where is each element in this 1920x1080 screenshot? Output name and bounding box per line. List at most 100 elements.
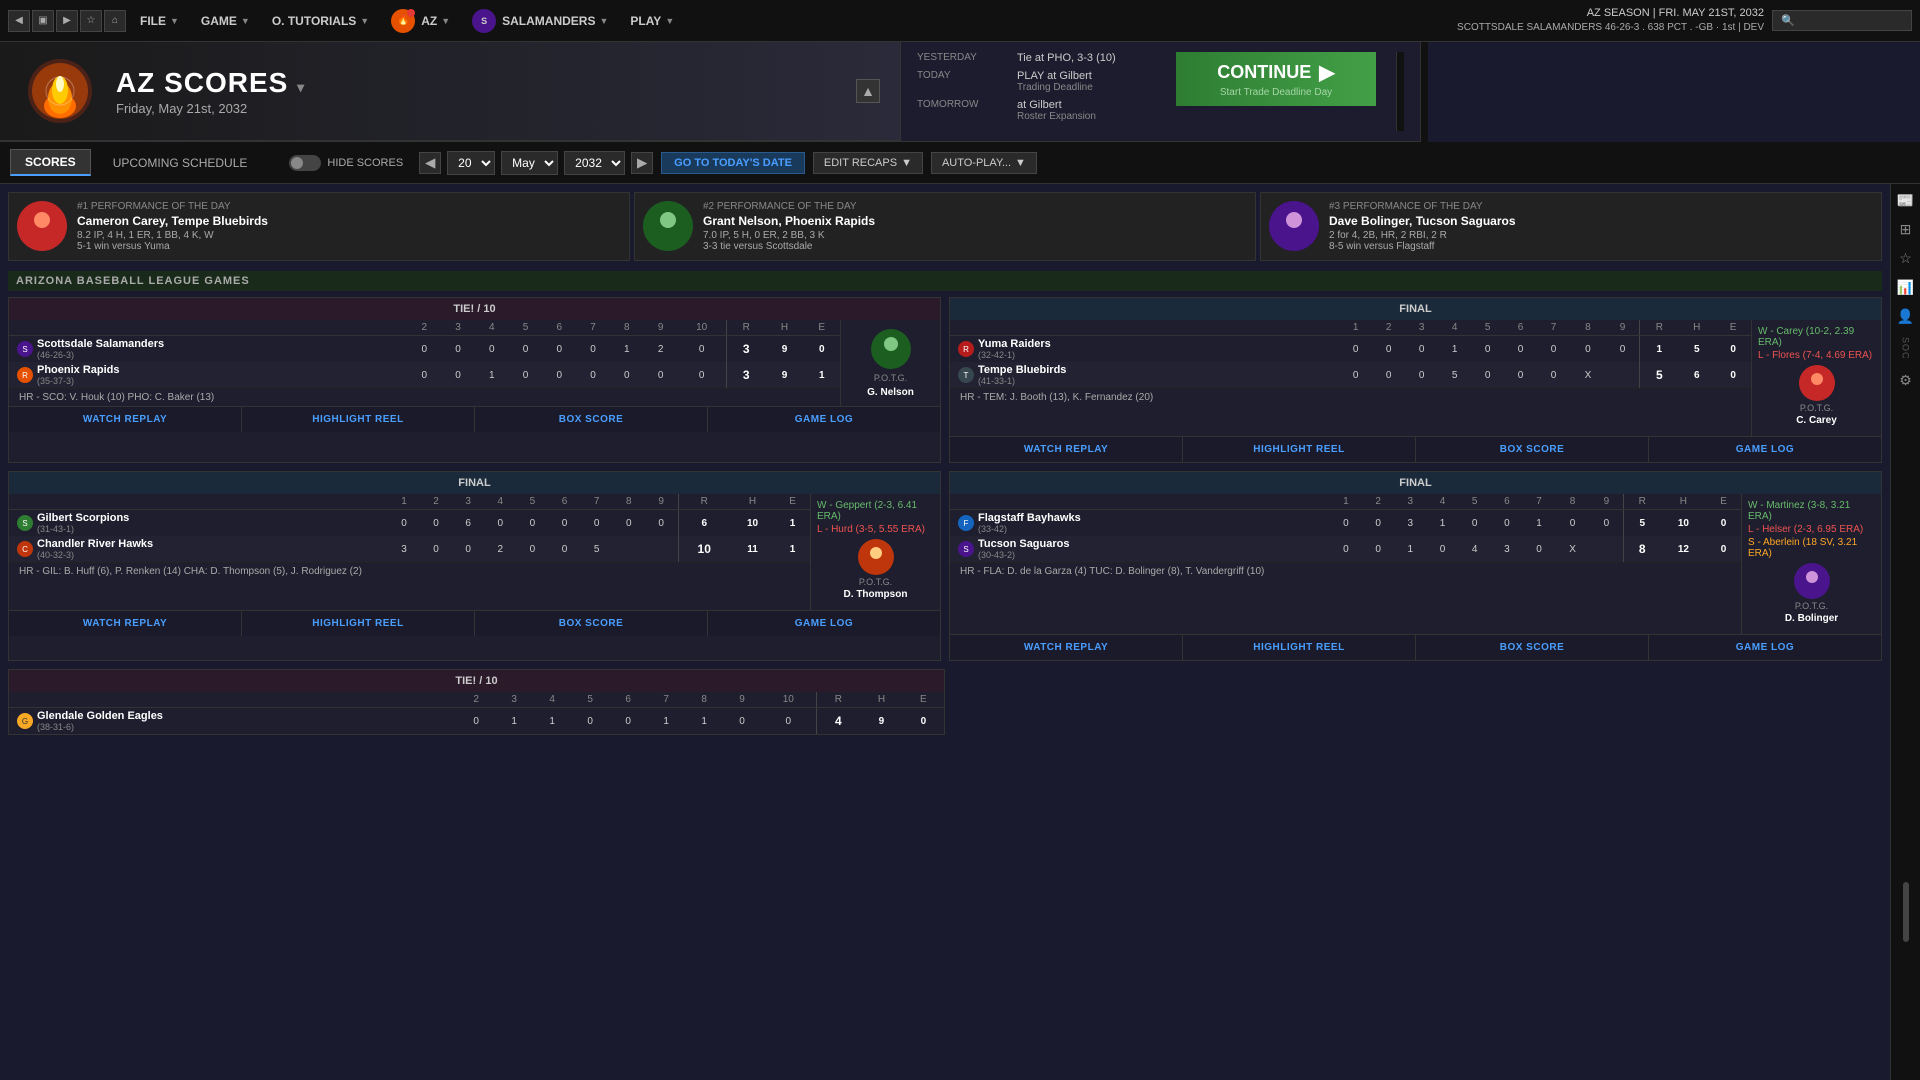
game-status-2: FINAL <box>950 298 1881 320</box>
chevron-icon: ▼ <box>665 16 674 26</box>
sidebar-icon-grid[interactable]: ⊞ <box>1900 221 1912 238</box>
nav-play[interactable]: PLAY ▼ <box>620 10 684 32</box>
tomorrow-entry: TOMORROW at Gilbert Roster Expansion <box>917 99 1156 122</box>
game-actions-3: WATCH REPLAY HIGHLIGHT REEL BOX SCORE GA… <box>9 610 940 636</box>
table-row: S Tucson Saguaros (30-43-2) 0 <box>950 536 1741 562</box>
header-collapse: ▲ <box>856 79 880 103</box>
highlight-reel-button-3[interactable]: HIGHLIGHT REEL <box>242 611 475 636</box>
score-table-2: 123 456 789 R HE <box>950 320 1751 388</box>
potg-avatar-2 <box>1799 365 1835 401</box>
perf-avatar-1 <box>17 201 67 251</box>
upcoming-schedule-tab[interactable]: UPCOMING SCHEDULE <box>99 151 262 175</box>
season-info: AZ SEASON | FRI. MAY 21ST, 2032 SCOTTSDA… <box>1457 6 1764 35</box>
team-icon: S <box>958 541 974 557</box>
month-select[interactable]: May <box>501 151 558 175</box>
notification-badge <box>407 9 415 17</box>
game-inner-3: 123 456 789 R HE <box>9 494 940 610</box>
perf-info-1: #1 PERFORMANCE OF THE DAY Cameron Carey,… <box>77 201 621 252</box>
nav-arrows: ◀ ▣ ▶ ☆ ⌂ <box>8 10 126 32</box>
table-row: C Chandler River Hawks (40-32-3) 3 <box>9 536 810 562</box>
team-icon: T <box>958 367 974 383</box>
today-entry: TODAY PLAY at Gilbert Trading Deadline <box>917 70 1156 93</box>
pitcher-info-2: W - Carey (10-2, 2.39 ERA) L - Flores (7… <box>1758 326 1875 361</box>
schedule-sidebar: YESTERDAY Tie at PHO, 3-3 (10) TODAY PLA… <box>900 42 1420 142</box>
performance-2: #2 PERFORMANCE OF THE DAY Grant Nelson, … <box>634 192 1256 261</box>
year-select[interactable]: 2032 <box>564 151 625 175</box>
watch-replay-button-4[interactable]: WATCH REPLAY <box>950 635 1183 660</box>
pitcher-info-3: W - Geppert (2-3, 6.41 ERA) L - Hurd (3-… <box>817 500 934 535</box>
game-actions-1: WATCH REPLAY HIGHLIGHT REEL BOX SCORE GA… <box>9 406 940 432</box>
toggle-switch[interactable] <box>289 155 321 171</box>
nav-az[interactable]: 🔥 AZ ▼ <box>381 5 460 37</box>
home-button[interactable]: ⌂ <box>104 10 126 32</box>
perf-info-2: #2 PERFORMANCE OF THE DAY Grant Nelson, … <box>703 201 1247 252</box>
watch-replay-button-2[interactable]: WATCH REPLAY <box>950 437 1183 462</box>
team-icon: S <box>17 515 33 531</box>
highlight-reel-button-2[interactable]: HIGHLIGHT REEL <box>1183 437 1416 462</box>
performances-section: #1 PERFORMANCE OF THE DAY Cameron Carey,… <box>8 192 1882 261</box>
back-button[interactable]: ◀ <box>8 10 30 32</box>
watch-replay-button-1[interactable]: WATCH REPLAY <box>9 407 242 432</box>
chevron-icon: ▼ <box>441 16 450 26</box>
highlight-reel-button-4[interactable]: HIGHLIGHT REEL <box>1183 635 1416 660</box>
scores-tab[interactable]: SCORES <box>10 149 91 176</box>
league-games-header: ARIZONA BASEBALL LEAGUE GAMES <box>8 271 1882 291</box>
game-actions-4: WATCH REPLAY HIGHLIGHT REEL BOX SCORE GA… <box>950 634 1881 660</box>
game-card-3: FINAL 123 456 789 R <box>8 471 941 661</box>
continue-button[interactable]: CONTINUE ▶ Start Trade Deadline Day <box>1176 52 1376 106</box>
nav-game[interactable]: GAME ▼ <box>191 10 260 32</box>
scores-bar: SCORES UPCOMING SCHEDULE HIDE SCORES ◀ 2… <box>0 142 1920 184</box>
header-title: AZ SCORES ▾ Friday, May 21st, 2032 <box>116 67 305 116</box>
star-button[interactable]: ☆ <box>80 10 102 32</box>
game-hr-2: HR - TEM: J. Booth (13), K. Fernandez (2… <box>950 388 1751 406</box>
date-nav: ◀ 20 May 2032 ▶ <box>419 151 653 175</box>
sidebar-icon-person[interactable]: 👤 <box>1897 308 1914 325</box>
game-log-button-1[interactable]: GAME LOG <box>708 407 940 432</box>
game-hr-3: HR - GIL: B. Huff (6), P. Renken (14) CH… <box>9 562 810 580</box>
day-select[interactable]: 20 <box>447 151 495 175</box>
chevron-down-icon: ▼ <box>1015 157 1026 169</box>
next-date-btn[interactable]: ▶ <box>631 152 653 174</box>
collapse-up[interactable]: ▲ <box>856 79 880 103</box>
nav-tutorials[interactable]: O. TUTORIALS ▼ <box>262 10 379 32</box>
perf-avatar-2 <box>643 201 693 251</box>
team-icon: R <box>17 367 33 383</box>
game-log-button-4[interactable]: GAME LOG <box>1649 635 1881 660</box>
main-content: #1 PERFORMANCE OF THE DAY Cameron Carey,… <box>0 184 1920 1080</box>
box-score-button-3[interactable]: BOX SCORE <box>475 611 708 636</box>
box-score-button-2[interactable]: BOX SCORE <box>1416 437 1649 462</box>
prev-date-btn[interactable]: ◀ <box>419 152 441 174</box>
box-score-button-1[interactable]: BOX SCORE <box>475 407 708 432</box>
table-row: F Flagstaff Bayhawks (33-42) 0 <box>950 510 1741 537</box>
nav-file[interactable]: FILE ▼ <box>130 10 189 32</box>
toggle-knob <box>291 157 303 169</box>
game-log-button-2[interactable]: GAME LOG <box>1649 437 1881 462</box>
sidebar-icon-settings[interactable]: ⚙ <box>1899 372 1912 389</box>
nav-team[interactable]: S SALAMANDERS ▼ <box>462 5 618 37</box>
autoplay-button[interactable]: AUTO-PLAY... ▼ <box>931 152 1037 174</box>
sidebar-icon-news[interactable]: 📰 <box>1897 192 1914 209</box>
chevron-icon: ▼ <box>241 16 250 26</box>
forward-button[interactable]: ▶ <box>56 10 78 32</box>
edit-recaps-button[interactable]: EDIT RECAPS ▼ <box>813 152 923 174</box>
team-icon: R <box>958 341 974 357</box>
team-icon: C <box>17 541 33 557</box>
game-card-5: TIE! / 10 234 567 8910 R HE <box>8 669 945 735</box>
sidebar-icon-soc[interactable]: SOC <box>1901 337 1911 360</box>
go-to-today-button[interactable]: GO TO TODAY'S DATE <box>661 152 805 174</box>
sidebar-icon-chart[interactable]: 📊 <box>1897 279 1914 296</box>
box-score-button-4[interactable]: BOX SCORE <box>1416 635 1649 660</box>
window-restore[interactable]: ▣ <box>32 10 54 32</box>
title-dropdown[interactable]: ▾ <box>297 79 305 95</box>
team-icon: G <box>17 713 33 729</box>
game-card-2: FINAL 123 456 789 R <box>949 297 1882 463</box>
game-card-4: FINAL 123 456 789 R <box>949 471 1882 661</box>
watch-replay-button-3[interactable]: WATCH REPLAY <box>9 611 242 636</box>
game-card-1: TIE! / 10 234 567 8910 R <box>8 297 941 463</box>
search-box[interactable]: 🔍 <box>1772 10 1912 31</box>
highlight-reel-button-1[interactable]: HIGHLIGHT REEL <box>242 407 475 432</box>
score-table-1: 234 567 8910 R HE <box>9 320 840 388</box>
sidebar-icon-star[interactable]: ☆ <box>1899 250 1912 267</box>
game-log-button-3[interactable]: GAME LOG <box>708 611 940 636</box>
nav-right: AZ SEASON | FRI. MAY 21ST, 2032 SCOTTSDA… <box>1457 6 1912 35</box>
